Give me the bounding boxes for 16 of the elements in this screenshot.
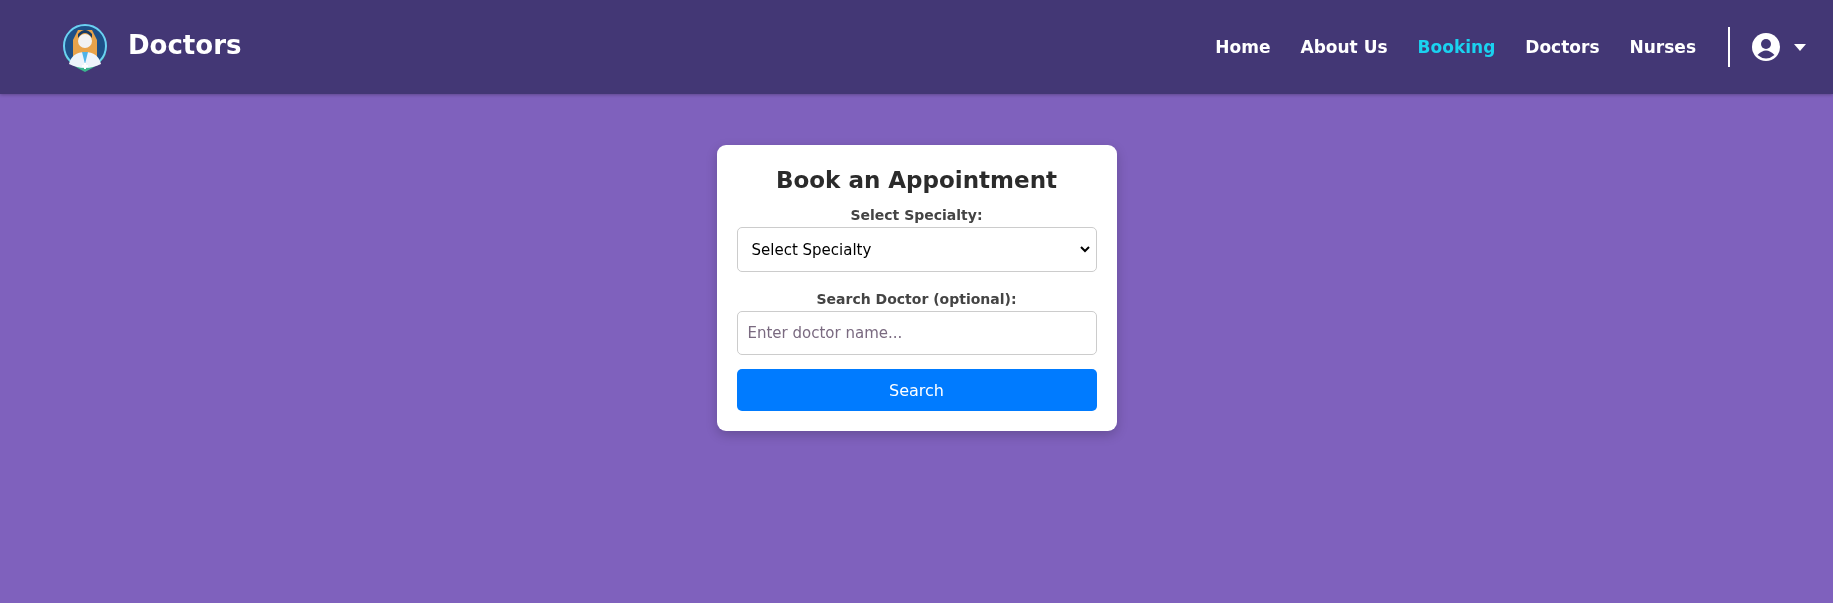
doctor-search-field[interactable]: Enter doctor name... [736, 311, 1097, 355]
field-label: Select Specialty: [849, 207, 984, 223]
user-avatar-icon [1752, 33, 1780, 61]
field-label: Search Doctor (optional): [815, 291, 1018, 307]
chevron-down-icon [1079, 246, 1090, 253]
specialty-select[interactable]: Select Specialty [736, 227, 1097, 272]
search-button[interactable]: Search [736, 369, 1097, 411]
nav-link[interactable]: Booking [1403, 31, 1510, 63]
nav-link[interactable]: Nurses [1615, 31, 1710, 63]
caret-icon [1794, 43, 1806, 51]
nav-link[interactable]: Doctors [1511, 31, 1614, 63]
nav-link[interactable]: About Us [1286, 31, 1402, 63]
brand-link[interactable]: Doctors [58, 20, 242, 74]
form-title: Book an Appointment [774, 167, 1059, 193]
user-menu-button[interactable] [1750, 31, 1808, 63]
nav-link[interactable]: Home [1201, 31, 1285, 63]
